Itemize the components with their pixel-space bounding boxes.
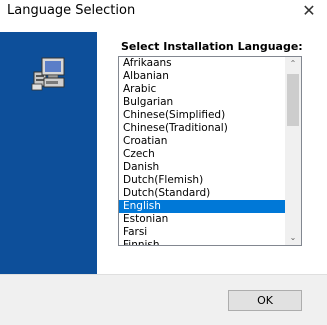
window-title: Language Selection	[7, 3, 136, 18]
computer-setup-icon	[31, 57, 65, 91]
language-option[interactable]: Dutch(Standard)	[119, 187, 285, 200]
language-option[interactable]: Estonian	[119, 213, 285, 226]
language-option[interactable]: Farsi	[119, 226, 285, 239]
scroll-down-icon[interactable]: ⌄	[285, 231, 301, 245]
language-list[interactable]: Afrikaans Albanian Arabic Bulgarian Chinese(…	[119, 57, 285, 245]
language-option[interactable]: Dutch(Flemish)	[119, 174, 285, 187]
language-option[interactable]: Chinese(Traditional)	[119, 122, 285, 135]
dialog-content: Select Installation Language: Afrikaans A…	[0, 32, 327, 274]
scroll-thumb[interactable]	[287, 74, 299, 126]
language-prompt: Select Installation Language:	[121, 40, 303, 53]
language-option[interactable]: Afrikaans	[119, 57, 285, 70]
language-option[interactable]: Croatian	[119, 135, 285, 148]
language-option[interactable]: Bulgarian	[119, 96, 285, 109]
ok-button[interactable]: OK	[228, 290, 302, 311]
close-icon[interactable]: ✕	[300, 2, 318, 20]
title-bar: Language Selection ✕	[0, 0, 327, 32]
button-bar: OK	[0, 274, 327, 325]
language-option[interactable]: English	[119, 200, 285, 213]
scroll-up-icon[interactable]: ⌃	[285, 57, 301, 71]
language-option[interactable]: Chinese(Simplified)	[119, 109, 285, 122]
side-banner	[0, 32, 97, 274]
language-listbox[interactable]: Afrikaans Albanian Arabic Bulgarian Chinese(…	[118, 56, 302, 246]
language-option[interactable]: Albanian	[119, 70, 285, 83]
vertical-scrollbar[interactable]: ⌃ ⌄	[285, 57, 301, 245]
language-option[interactable]: Finnish	[119, 239, 285, 245]
language-option[interactable]: Arabic	[119, 83, 285, 96]
language-option[interactable]: Danish	[119, 161, 285, 174]
language-option[interactable]: Czech	[119, 148, 285, 161]
